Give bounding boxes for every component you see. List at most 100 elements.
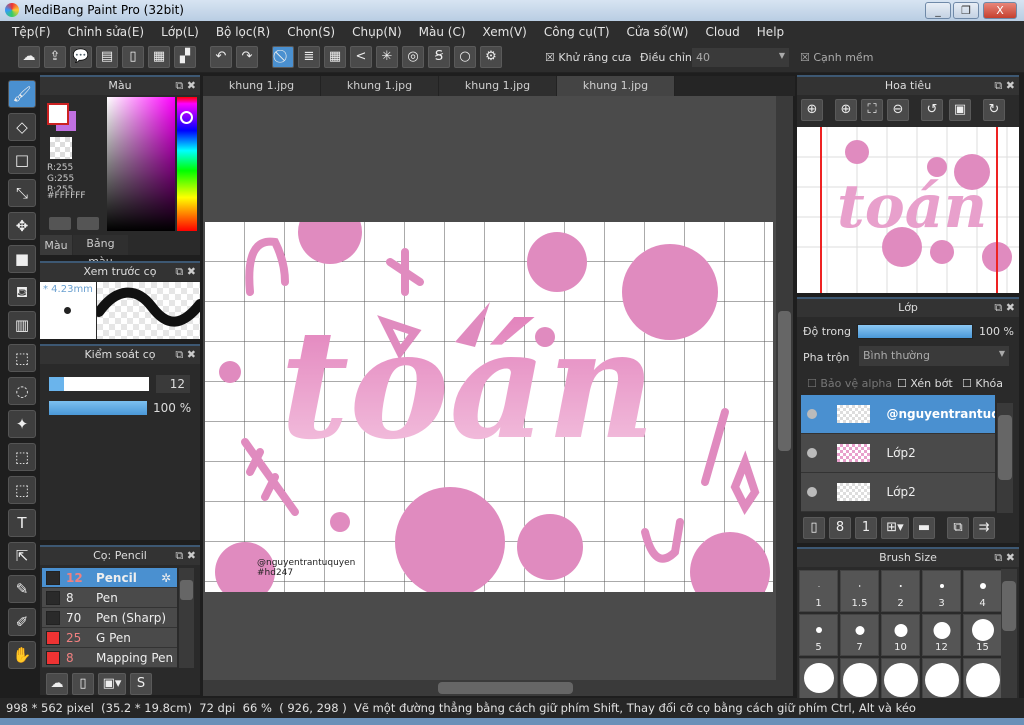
brush-size-cell[interactable] <box>840 658 879 700</box>
redo-icon[interactable]: ↷ <box>236 46 258 68</box>
bucket-tool-icon[interactable]: ⛾ <box>8 278 36 306</box>
tab-document[interactable]: khung 1.jpg <box>557 76 675 96</box>
add-brush-dropdown-icon[interactable]: ▣▾ <box>98 673 126 695</box>
select-pen-tool-icon[interactable]: ⬚ <box>8 443 36 471</box>
brush-list-scrollbar[interactable] <box>179 568 194 668</box>
hue-slider[interactable] <box>177 97 197 231</box>
hue-handle[interactable] <box>180 111 193 124</box>
no-snap-icon[interactable]: ⃠ <box>272 46 294 68</box>
restore-button[interactable]: ❐ <box>953 2 979 19</box>
brush-tool-icon[interactable]: 🖌 <box>8 80 36 108</box>
layout-icon[interactable]: ▦ <box>148 46 170 68</box>
canvas-vertical-scrollbar[interactable] <box>776 96 793 680</box>
brush-size-cell[interactable]: 1.5 <box>840 570 879 612</box>
actual-size-icon[interactable]: ▣ <box>949 99 971 121</box>
menu-item[interactable]: Tệp(F) <box>12 25 51 39</box>
gear-icon[interactable]: ✲ <box>161 571 171 585</box>
brush-size-cell[interactable]: 15 <box>963 614 1002 656</box>
brush-size-cell[interactable]: 1 <box>799 570 838 612</box>
brush-size-cell[interactable] <box>799 658 838 700</box>
saturation-value-picker[interactable] <box>107 97 175 231</box>
magic-wand-tool-icon[interactable]: ✦ <box>8 410 36 438</box>
minimize-button[interactable]: _ <box>925 2 951 19</box>
shape-tool-icon[interactable]: □ <box>8 146 36 174</box>
antialias-checkbox[interactable]: ☒ Khử răng cưa <box>545 51 632 64</box>
cloud-icon[interactable]: ☁ <box>18 46 40 68</box>
menu-item[interactable]: Màu (C) <box>419 25 466 39</box>
brush-size-scrollbar[interactable] <box>1001 569 1017 699</box>
panel-popout-close-icon[interactable]: ⧉ ✖ <box>994 77 1015 95</box>
radial-snap-icon[interactable]: ✳ <box>376 46 398 68</box>
layer-item[interactable]: @nguyentrantuquyen <box>801 395 995 434</box>
menu-item[interactable]: Xem(V) <box>483 25 527 39</box>
perspective-snap-icon[interactable]: < <box>350 46 372 68</box>
color-picker-button[interactable] <box>77 217 99 230</box>
new-8bit-layer-icon[interactable]: 8 <box>829 517 851 539</box>
canvas-area[interactable]: toán @nguyentrantuquyen #hd247 <box>203 96 776 680</box>
move-tool-icon[interactable]: ✥ <box>8 212 36 240</box>
fill-rect-tool-icon[interactable]: ■ <box>8 245 36 273</box>
palette-button[interactable] <box>49 217 71 230</box>
panel-popout-close-icon[interactable]: ⧉ ✖ <box>994 549 1015 567</box>
menu-item[interactable]: Bộ lọc(R) <box>216 25 270 39</box>
correction-select[interactable]: 40 ▼ <box>692 48 789 67</box>
panel-icon[interactable]: ▤ <box>96 46 118 68</box>
layer-visibility-toggle[interactable] <box>807 448 817 458</box>
panel-popout-close-icon[interactable]: ⧉ ✖ <box>175 77 196 95</box>
brush-size-slider[interactable] <box>49 377 149 391</box>
duplicate-layer-icon[interactable]: ⧉ <box>947 517 969 539</box>
grid-snap-icon[interactable]: ▦ <box>324 46 346 68</box>
menu-item[interactable]: Công cụ(T) <box>544 25 610 39</box>
text-tool-icon[interactable]: T <box>8 509 36 537</box>
parallel-snap-icon[interactable]: ≣ <box>298 46 320 68</box>
layer-visibility-toggle[interactable] <box>807 409 817 419</box>
fit-window-icon[interactable]: ⛶ <box>861 99 883 121</box>
zoom-fit-icon[interactable]: ⊕ <box>801 99 823 121</box>
transparent-color-swatch[interactable] <box>50 137 72 159</box>
brush-list-item[interactable]: 25 G Pen <box>42 628 177 648</box>
rotate-right-icon[interactable]: ↻ <box>983 99 1005 121</box>
menu-item[interactable]: Cloud <box>706 25 740 39</box>
tab-color[interactable]: Màu <box>40 235 72 255</box>
brush-size-cell[interactable]: 4 <box>963 570 1002 612</box>
brush-list-item[interactable]: 12 Pencil ✲ <box>42 568 177 588</box>
brush-size-cell[interactable]: 3 <box>922 570 961 612</box>
menu-item[interactable]: Chọn(S) <box>287 25 335 39</box>
brush-size-cell[interactable]: 12 <box>922 614 961 656</box>
eraser-tool-icon[interactable]: ◇ <box>8 113 36 141</box>
clipping-checkbox[interactable]: ☐ Xén bớt <box>897 377 953 390</box>
comment-icon[interactable]: 💬 <box>70 46 92 68</box>
gradient-tool-icon[interactable]: ▥ <box>8 311 36 339</box>
rotate-left-icon[interactable]: ↺ <box>921 99 943 121</box>
divide-tool-icon[interactable]: ✎ <box>8 575 36 603</box>
brush-size-cell[interactable] <box>881 658 920 700</box>
brush-size-cell[interactable]: 10 <box>881 614 920 656</box>
brush-list-item[interactable]: 70 Pen (Sharp) <box>42 608 177 628</box>
concentric-snap-icon[interactable]: ◎ <box>402 46 424 68</box>
panel-popout-close-icon[interactable]: ⧉ ✖ <box>175 346 196 364</box>
tab-palette[interactable]: Bảng màu <box>73 235 128 268</box>
cloud-download-icon[interactable]: ☁ <box>46 673 68 695</box>
dot-line-tool-icon[interactable]: ⤡ <box>8 179 36 207</box>
merge-layer-icon[interactable]: ⇉ <box>973 517 995 539</box>
brush-size-cell[interactable]: 5 <box>799 614 838 656</box>
blend-mode-select[interactable]: Bình thường ▼ <box>859 346 1009 366</box>
select-rect-tool-icon[interactable]: ⬚ <box>8 344 36 372</box>
brush-opacity-slider[interactable] <box>49 401 147 415</box>
add-layer-dropdown-icon[interactable]: ⊞▾ <box>881 517 909 539</box>
menu-item[interactable]: Chỉnh sửa(E) <box>68 25 145 39</box>
circle-snap-icon[interactable]: ○ <box>454 46 476 68</box>
brush-size-input[interactable]: 12 <box>156 375 190 393</box>
layer-item[interactable]: Lớp2 <box>801 473 995 512</box>
gear-icon[interactable]: ⚙ <box>480 46 502 68</box>
document-icon[interactable]: ▯ <box>122 46 144 68</box>
brush-list-item[interactable]: 8 Pen <box>42 588 177 608</box>
hand-tool-icon[interactable]: ✋ <box>8 641 36 669</box>
panel-popout-close-icon[interactable]: ⧉ ✖ <box>175 547 196 565</box>
new-brush-icon[interactable]: ▯ <box>72 673 94 695</box>
protect-alpha-checkbox[interactable]: ☐ Bảo vệ alpha <box>807 377 892 390</box>
tab-document[interactable]: khung 1.jpg <box>439 76 557 96</box>
lock-checkbox[interactable]: ☐ Khóa <box>962 377 1003 390</box>
layer-list-scrollbar[interactable] <box>997 403 1013 513</box>
brush-size-cell[interactable]: 7 <box>840 614 879 656</box>
